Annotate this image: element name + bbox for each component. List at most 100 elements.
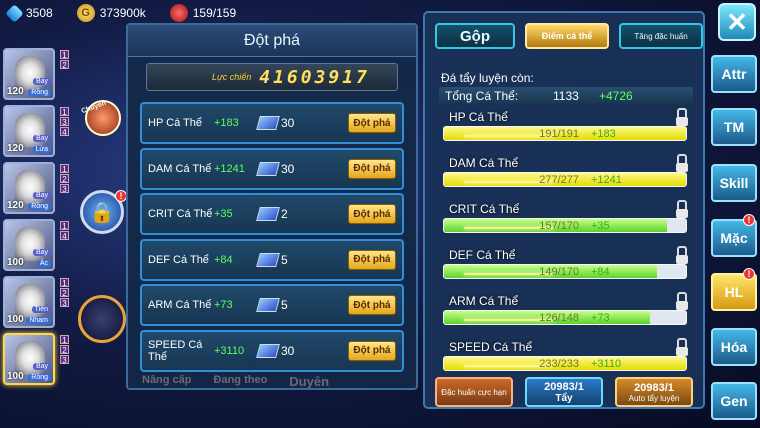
- hero-tag-primary: Bay: [32, 363, 51, 370]
- stat-bonus: +84: [591, 266, 610, 278]
- attr-button[interactable]: Attr: [711, 55, 757, 93]
- stat-progress-bar: 233/233 +3110: [443, 356, 687, 371]
- extreme-training-label: Đặc huấn cực hạn: [441, 387, 507, 397]
- stamina-count: 159/159: [192, 6, 237, 20]
- breakthrough-row: ARM Cá Thể +73 5 Đột phá: [140, 284, 404, 326]
- hero-card[interactable]: Bay Rồng 100: [3, 333, 55, 385]
- lock-icon[interactable]: [676, 338, 688, 356]
- potion-icon: [169, 4, 188, 22]
- tab-merge[interactable]: Gộp: [435, 23, 515, 49]
- material-count: 30: [281, 161, 295, 176]
- hero-slot-number: 4: [60, 231, 69, 241]
- close-button[interactable]: ✕: [718, 3, 756, 41]
- material-count: 5: [281, 298, 288, 312]
- extreme-training-button[interactable]: Đặc huấn cực hạn: [435, 377, 513, 407]
- auto-wash-count: 20983/1: [634, 381, 674, 394]
- breakthrough-button[interactable]: Đột phá: [348, 158, 396, 179]
- breakthrough-button[interactable]: Đột phá: [348, 249, 396, 270]
- stat-current: 126/148: [539, 312, 579, 324]
- hero-card[interactable]: Bay Rồng 120: [3, 48, 55, 100]
- wash-label: Tẩy: [555, 392, 573, 404]
- breakthrough-row: DEF Cá Thể +84 5 Đột phá: [140, 238, 404, 281]
- breakthrough-stat-name: SPEED Cá Thể: [148, 338, 203, 363]
- hero-tag-secondary: Rồng: [28, 203, 51, 210]
- stat-bar-row: ARM Cá Thể 126/148 +73: [443, 292, 693, 338]
- material-icon: [256, 161, 280, 176]
- stat-bars: HP Cá Thể 191/191 +183 DAM Cá Thể 277/27…: [443, 108, 693, 384]
- hero-slot-number: 3: [60, 355, 69, 365]
- lock-icon[interactable]: [676, 154, 688, 172]
- breakthrough-stat-plus: +183: [214, 117, 239, 129]
- material-icon: [256, 298, 280, 312]
- lock-icon[interactable]: [676, 292, 688, 310]
- nav-duyen[interactable]: Duyên: [289, 374, 329, 389]
- power-value: 41603917: [259, 66, 370, 88]
- coin-icon: G: [76, 4, 95, 22]
- lock-icon[interactable]: [676, 108, 688, 126]
- hero-card[interactable]: Tiên Nham 100: [3, 276, 55, 328]
- breakthrough-stat-name: DEF Cá Thể: [148, 253, 209, 266]
- hero-slot-number: 1: [60, 278, 69, 288]
- stat-progress-bar: 149/170 +84: [443, 264, 687, 279]
- hero-tag-primary: Bay: [32, 192, 51, 199]
- hero-slot-numbers: 134: [60, 107, 69, 137]
- breakthrough-button[interactable]: Đột phá: [348, 204, 396, 224]
- stat-bonus: +73: [591, 312, 610, 324]
- hero-slot-number: 2: [60, 174, 69, 184]
- wash-button[interactable]: 20983/1 Tẩy: [525, 377, 603, 407]
- breakthrough-row: CRIT Cá Thể +35 2 Đột phá: [140, 193, 404, 235]
- hoa-button[interactable]: Hóa: [711, 328, 757, 366]
- tab-special-training[interactable]: Tăng đặc huấn: [619, 23, 703, 49]
- hero-slot-number: 1: [60, 50, 69, 60]
- stat-current: 277/277: [539, 174, 579, 186]
- hero-slot-number: 3: [60, 298, 69, 308]
- skill-button[interactable]: Skill: [711, 164, 757, 202]
- hero-card[interactable]: Bay Ác 100: [3, 219, 55, 271]
- hexagon-skill-button[interactable]: [78, 295, 126, 343]
- gen-button[interactable]: Gen: [711, 382, 757, 420]
- hero-slot-numbers: 123: [60, 278, 69, 308]
- lock-icon[interactable]: [676, 200, 688, 218]
- breakthrough-stat-plus: +35: [214, 208, 233, 220]
- hero-slot-number: 1: [60, 164, 69, 174]
- hero-level: 100: [7, 314, 24, 325]
- tab-individual-points[interactable]: Điểm cá thể: [525, 23, 609, 49]
- gold-count: 373900k: [99, 6, 146, 20]
- stat-name: DAM Cá Thể: [449, 156, 519, 170]
- breakthrough-button[interactable]: Đột phá: [348, 340, 396, 361]
- total-plus: +4726: [599, 88, 633, 103]
- hero-tag-secondary: Rồng: [28, 374, 51, 381]
- breakthrough-button[interactable]: Đột phá: [348, 295, 396, 315]
- nav-upgrade[interactable]: Nâng cấp: [142, 374, 192, 389]
- hero-slot-number: 1: [60, 107, 69, 117]
- stat-progress-text: 149/170 +84: [444, 266, 686, 278]
- auto-wash-label: Auto tẩy luyện: [628, 393, 680, 403]
- stat-bar-row: DAM Cá Thể 277/277 +1241: [443, 154, 693, 200]
- stats-tabs: Gộp Điểm cá thể Tăng đặc huấn: [435, 23, 703, 49]
- stat-progress-text: 126/148 +73: [444, 312, 686, 324]
- tm-button[interactable]: TM: [711, 108, 757, 146]
- stat-name: CRIT Cá Thể: [449, 202, 520, 216]
- breakthrough-list: HP Cá Thể +183 30 Đột phá DAM Cá Thể +12…: [140, 102, 404, 372]
- stat-progress-bar: 191/191 +183: [443, 126, 687, 141]
- wash-count: 20983/1: [544, 380, 584, 393]
- stat-progress-text: 277/277 +1241: [444, 174, 686, 186]
- mac-alert-badge: !: [743, 214, 755, 226]
- hero-card[interactable]: Bay Lửa 120: [3, 105, 55, 157]
- stat-progress-text: 233/233 +3110: [444, 358, 686, 370]
- hero-slot-number: 4: [60, 127, 69, 137]
- hero-level: 120: [7, 86, 24, 97]
- hero-card[interactable]: Bay Rồng 120: [3, 162, 55, 214]
- stat-current: 191/191: [539, 128, 579, 140]
- lock-icon[interactable]: [676, 246, 688, 264]
- material-count: 30: [281, 343, 295, 358]
- breakthrough-stat-name: ARM Cá Thể: [148, 299, 212, 311]
- hero-slot-number: 2: [60, 345, 69, 355]
- lock-icon: 🔒: [89, 201, 115, 224]
- nav-following[interactable]: Đang theo: [214, 374, 268, 389]
- breakthrough-button[interactable]: Đột phá: [348, 113, 396, 133]
- hl-alert-badge: !: [743, 268, 755, 280]
- auto-wash-button[interactable]: 20983/1 Auto tẩy luyện: [615, 377, 693, 407]
- hero-level: 100: [7, 257, 24, 268]
- diamond-resource: 3508: [5, 3, 53, 23]
